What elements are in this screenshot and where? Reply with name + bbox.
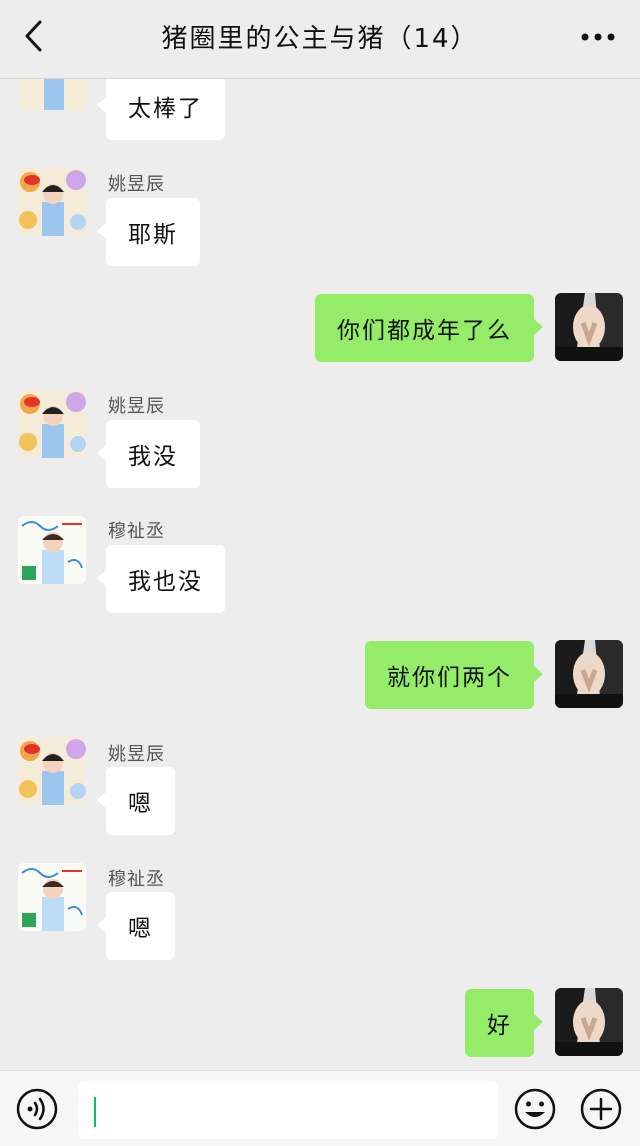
message-text: 太棒了 [128,96,203,122]
message-text: 我也没 [128,569,203,595]
sender-name: 穆祉丞 [108,521,165,542]
message-text: 好 [487,1013,512,1039]
avatar[interactable] [18,516,86,584]
more-dots-icon [581,33,615,41]
avatar-self-icon [555,293,623,361]
message-text: 嗯 [128,916,153,942]
avatar[interactable] [18,390,86,458]
sender-name: 姚昱辰 [108,744,165,765]
message-list[interactable]: 太棒了 姚昱辰 耶斯 你们都成年了么 姚昱辰 我没 穆祉丞 我也没 就你们两个 … [0,0,640,1070]
avatar[interactable] [18,863,86,931]
message-input[interactable] [78,1081,498,1139]
avatar-mu-icon [18,863,86,931]
avatar[interactable] [18,737,86,805]
chat-title: 猪圈里的公主与猪（14） [161,24,479,54]
plus-button[interactable] [580,1088,622,1130]
message-bubble[interactable]: 嗯 [97,767,175,835]
plus-icon [580,1088,622,1130]
text-caret [94,1097,96,1127]
avatar-mu-icon [18,516,86,584]
message-text: 就你们两个 [387,665,512,691]
sender-name: 穆祉丞 [108,869,165,890]
message-text: 耶斯 [128,222,178,248]
message-bubble[interactable]: 太棒了 [97,72,225,140]
message-bubble[interactable]: 嗯 [97,892,175,960]
message-bubble[interactable]: 你们都成年了么 [315,294,543,362]
avatar[interactable] [555,988,623,1056]
message-bubble[interactable]: 我也没 [97,545,225,613]
message-text: 我没 [128,444,178,470]
message-bubble[interactable]: 好 [465,989,543,1057]
emoji-button[interactable] [514,1088,556,1130]
avatar[interactable] [555,640,623,708]
voice-icon [16,1088,58,1130]
chevron-left-icon [25,20,42,52]
emoji-icon [514,1088,556,1130]
avatar[interactable] [18,168,86,236]
chat-header: 猪圈里的公主与猪（14） [0,0,640,79]
message-bubble[interactable]: 我没 [97,420,200,488]
sender-name: 姚昱辰 [108,174,165,195]
avatar-yao-icon [18,390,86,458]
avatar[interactable] [555,293,623,361]
input-bar [0,1070,640,1146]
sender-name: 姚昱辰 [108,396,165,417]
voice-button[interactable] [16,1088,58,1130]
message-bubble[interactable]: 耶斯 [97,198,200,266]
message-text: 你们都成年了么 [337,318,512,344]
avatar-yao-icon [18,168,86,236]
back-button[interactable] [14,16,54,56]
message-text: 嗯 [128,791,153,817]
avatar-self-icon [555,988,623,1056]
more-button[interactable] [578,22,618,52]
avatar-self-icon [555,640,623,708]
message-bubble[interactable]: 就你们两个 [365,641,543,709]
avatar-yao-icon [18,737,86,805]
